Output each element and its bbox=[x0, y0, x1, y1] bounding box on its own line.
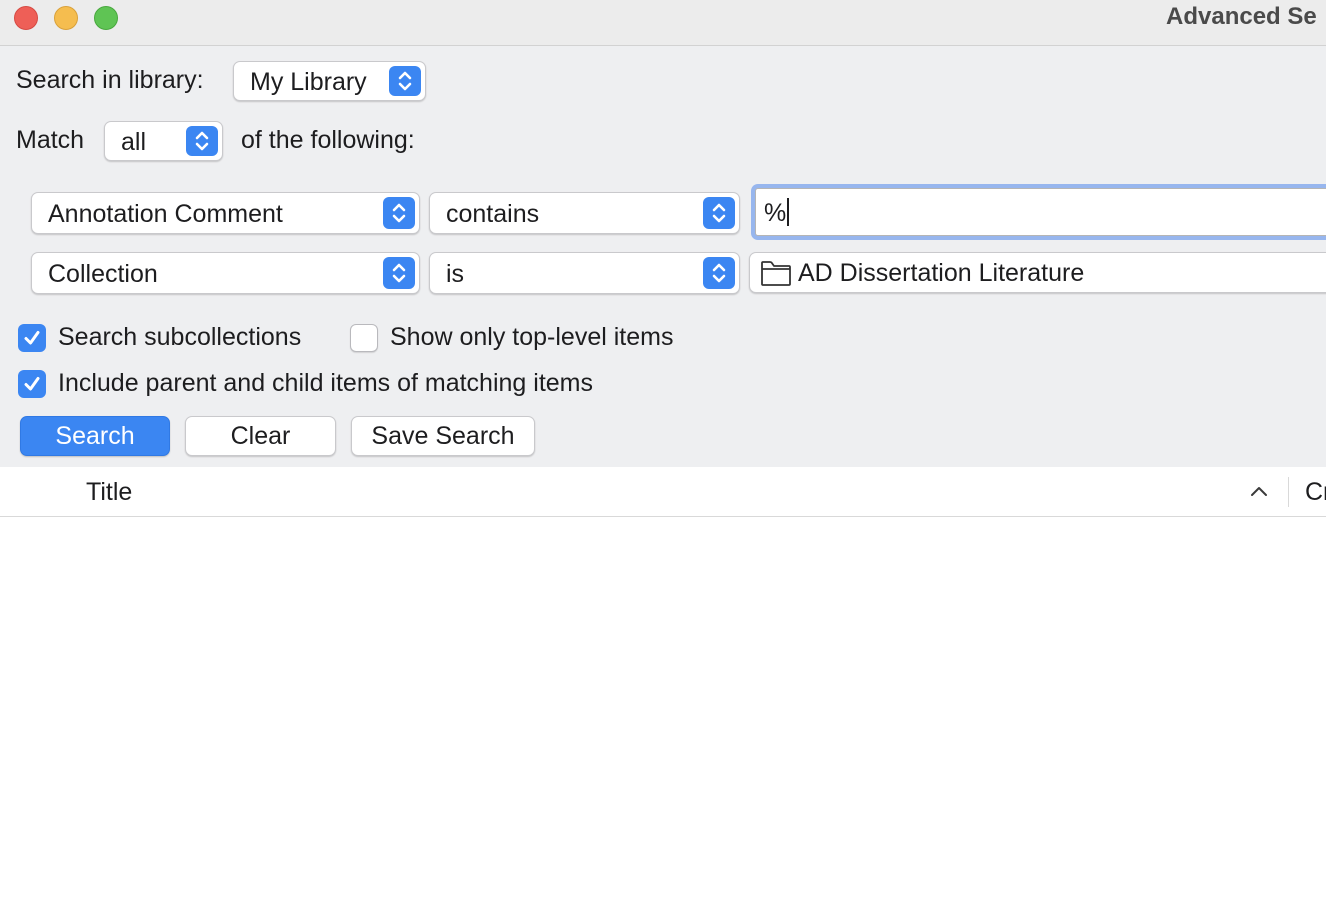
clear-button[interactable]: Clear bbox=[185, 416, 336, 456]
condition-2-collection-select[interactable]: AD Dissertation Literature bbox=[749, 252, 1326, 293]
search-subcollections-label: Search subcollections bbox=[58, 323, 302, 351]
match-mode-select[interactable]: all bbox=[104, 121, 223, 161]
column-header-creator[interactable]: Cr bbox=[1305, 478, 1326, 507]
save-search-button[interactable]: Save Search bbox=[351, 416, 535, 456]
chevron-updown-icon bbox=[383, 257, 415, 289]
include-parent-child-label: Include parent and child items of matchi… bbox=[58, 369, 593, 397]
condition-1-field-select[interactable]: Annotation Comment bbox=[31, 192, 420, 234]
chevron-updown-icon bbox=[703, 197, 735, 229]
sort-ascending-icon[interactable] bbox=[1249, 484, 1269, 498]
folder-icon bbox=[761, 261, 791, 286]
condition-2-field-select[interactable]: Collection bbox=[31, 252, 420, 294]
condition-1-operator-select[interactable]: contains bbox=[429, 192, 740, 234]
minimize-window-button[interactable] bbox=[54, 6, 78, 30]
chevron-updown-icon bbox=[186, 126, 218, 156]
search-in-library-label: Search in library: bbox=[16, 66, 204, 94]
library-select-value: My Library bbox=[250, 68, 367, 96]
results-table-body bbox=[0, 517, 1326, 924]
library-select[interactable]: My Library bbox=[233, 61, 426, 101]
results-table-header: Title Cr bbox=[0, 467, 1326, 517]
match-mode-value: all bbox=[121, 128, 147, 156]
condition-2-field-value: Collection bbox=[48, 260, 158, 288]
chevron-updown-icon bbox=[383, 197, 415, 229]
search-button[interactable]: Search bbox=[20, 416, 170, 456]
checkmark-icon bbox=[24, 331, 40, 345]
chevron-updown-icon bbox=[389, 66, 421, 96]
search-criteria-panel: Search in library: My Library Match all … bbox=[0, 46, 1326, 467]
text-cursor bbox=[787, 198, 790, 226]
window-title: Advanced Se bbox=[1166, 3, 1317, 30]
condition-1-value-input[interactable]: % bbox=[755, 188, 1326, 236]
close-window-button[interactable] bbox=[14, 6, 38, 30]
of-the-following-label: of the following: bbox=[241, 126, 415, 154]
show-top-level-label: Show only top-level items bbox=[390, 323, 674, 351]
include-parent-child-checkbox[interactable] bbox=[18, 370, 46, 398]
column-header-title[interactable]: Title bbox=[86, 478, 132, 507]
title-bar: Advanced Se bbox=[0, 0, 1326, 46]
condition-1-field-value: Annotation Comment bbox=[48, 200, 283, 228]
show-top-level-checkbox[interactable] bbox=[350, 324, 378, 352]
condition-1-operator-value: contains bbox=[446, 200, 540, 228]
condition-2-collection-value: AD Dissertation Literature bbox=[798, 259, 1085, 287]
zoom-window-button[interactable] bbox=[94, 6, 118, 30]
checkmark-icon bbox=[24, 377, 40, 391]
chevron-updown-icon bbox=[703, 257, 735, 289]
condition-1-value-text: % bbox=[764, 199, 787, 227]
condition-2-operator-select[interactable]: is bbox=[429, 252, 740, 294]
search-subcollections-checkbox[interactable] bbox=[18, 324, 46, 352]
condition-2-operator-value: is bbox=[446, 260, 465, 288]
match-label: Match bbox=[16, 126, 85, 154]
column-divider[interactable] bbox=[1288, 477, 1289, 507]
